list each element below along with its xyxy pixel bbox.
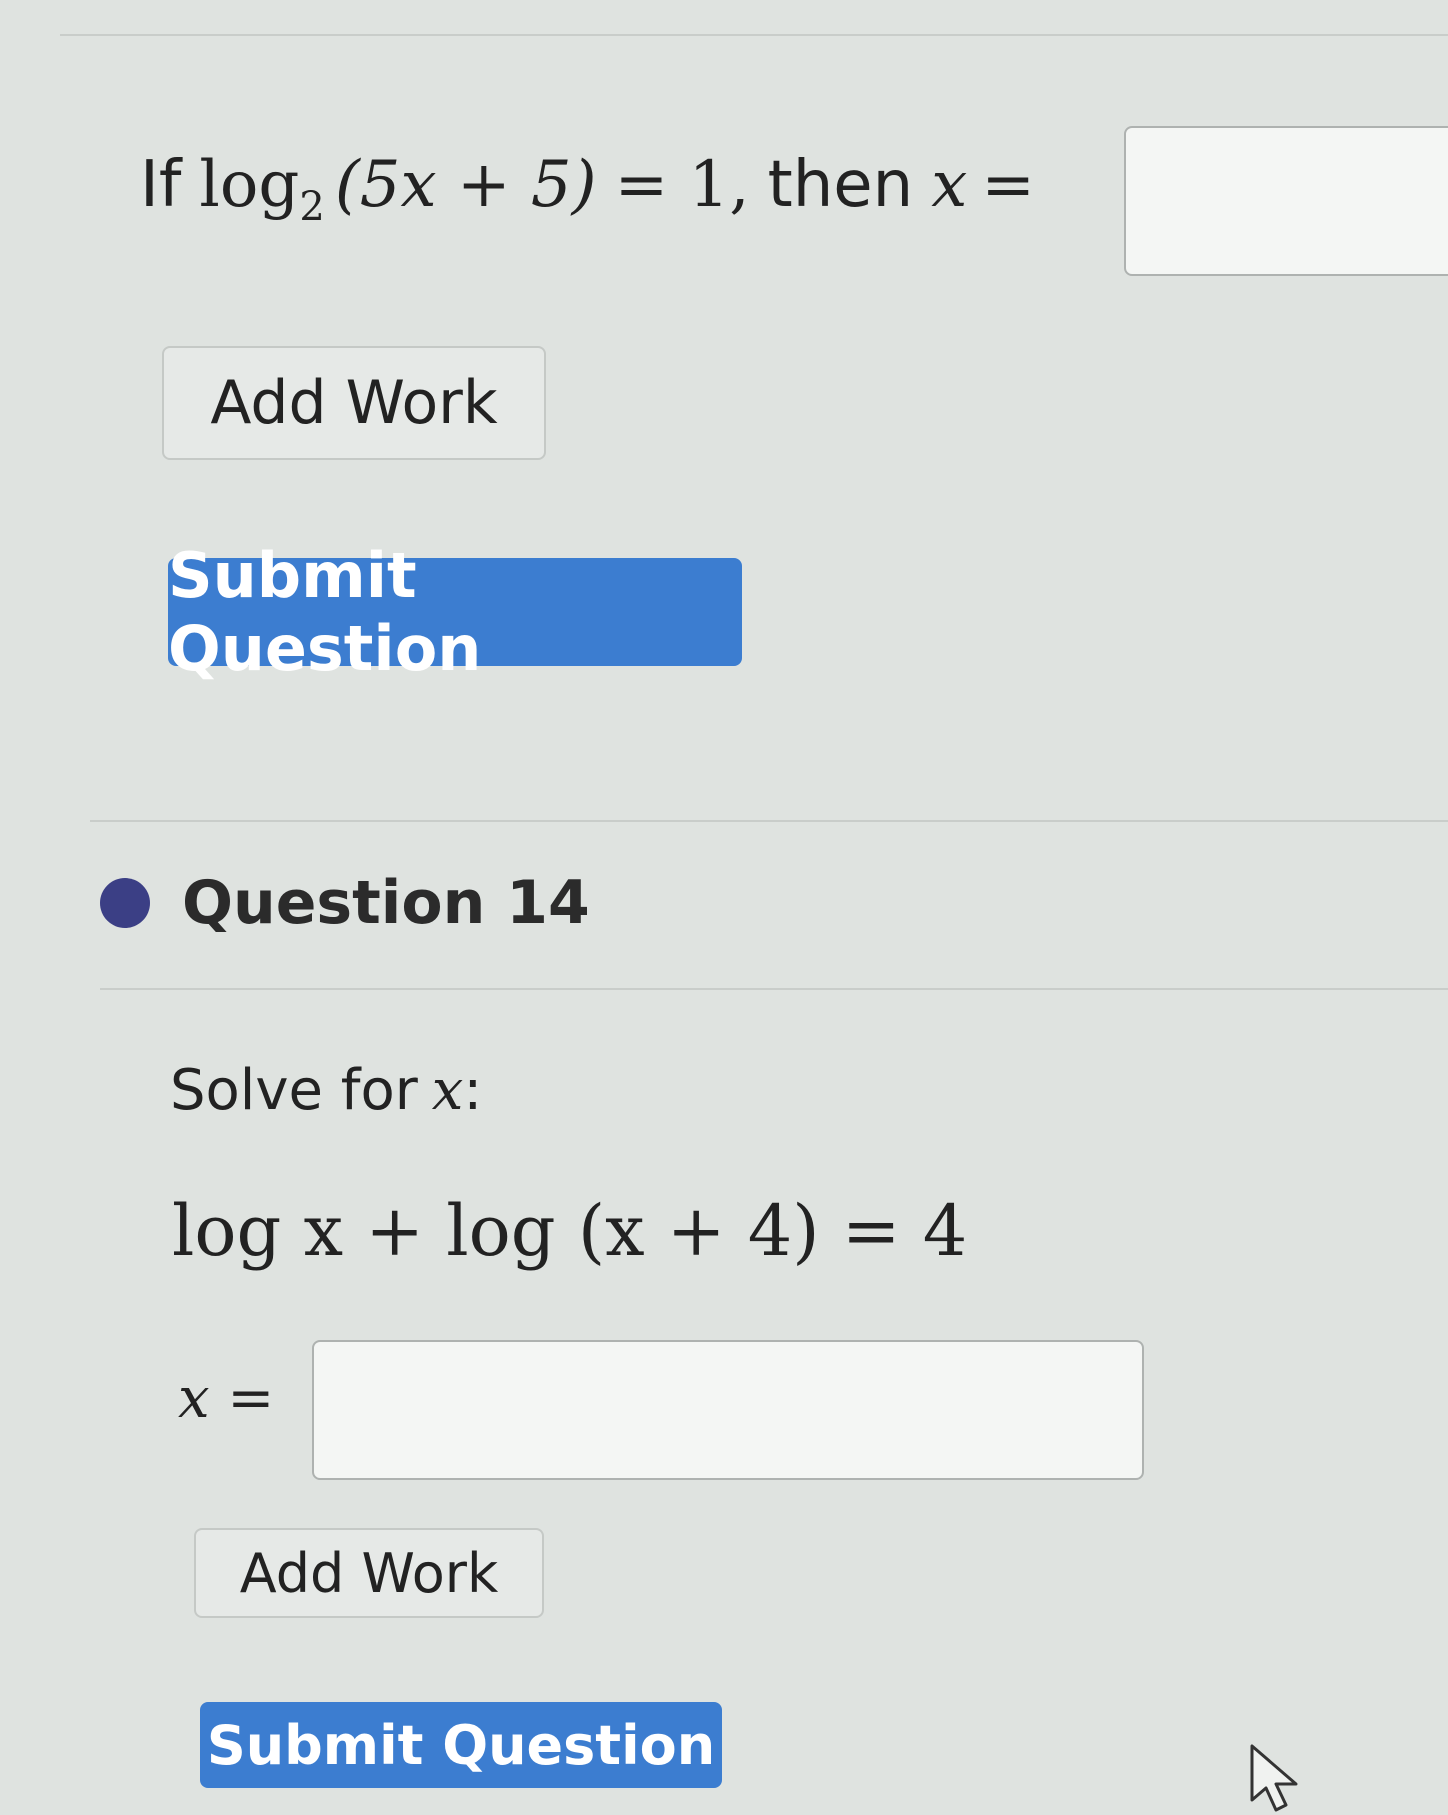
q14-add-work-button[interactable]: Add Work <box>194 1528 544 1618</box>
solve-variable: x <box>431 1058 464 1123</box>
x-variable: x <box>931 148 968 222</box>
question-14-header: Question 14 <box>100 868 590 938</box>
then-text: then <box>767 148 914 222</box>
log-function: log <box>199 148 300 222</box>
q13-add-work-button[interactable]: Add Work <box>162 346 546 460</box>
solve-colon: : <box>463 1058 483 1123</box>
mouse-pointer-icon <box>1250 1744 1298 1812</box>
question-14-title: Question 14 <box>182 868 590 938</box>
question-13-prompt: If log 2 (5x + 5) = 1, then x = <box>140 148 1035 230</box>
equals-one: = 1, <box>614 148 750 222</box>
prompt-if-text: If <box>140 148 182 222</box>
top-divider <box>60 34 1448 36</box>
equals-sign: = <box>981 148 1035 222</box>
q14-submit-button[interactable]: Submit Question <box>200 1702 722 1788</box>
question-14-equation: log x + log (x + 4) = 4 <box>172 1190 968 1272</box>
status-dot-icon <box>100 878 150 928</box>
solve-prompt-text: Solve for <box>170 1058 418 1123</box>
solve-prompt: Solve for x : <box>170 1058 482 1123</box>
section-divider <box>90 820 1448 822</box>
answer-prefix: x = <box>178 1366 275 1431</box>
q13-answer-input[interactable] <box>1124 126 1448 276</box>
q13-submit-button[interactable]: Submit Question <box>168 539 742 685</box>
header-divider <box>100 988 1448 990</box>
log-argument: (5x + 5) <box>334 148 597 222</box>
q14-answer-input[interactable] <box>312 1340 1144 1480</box>
log-base: 2 <box>299 184 325 230</box>
